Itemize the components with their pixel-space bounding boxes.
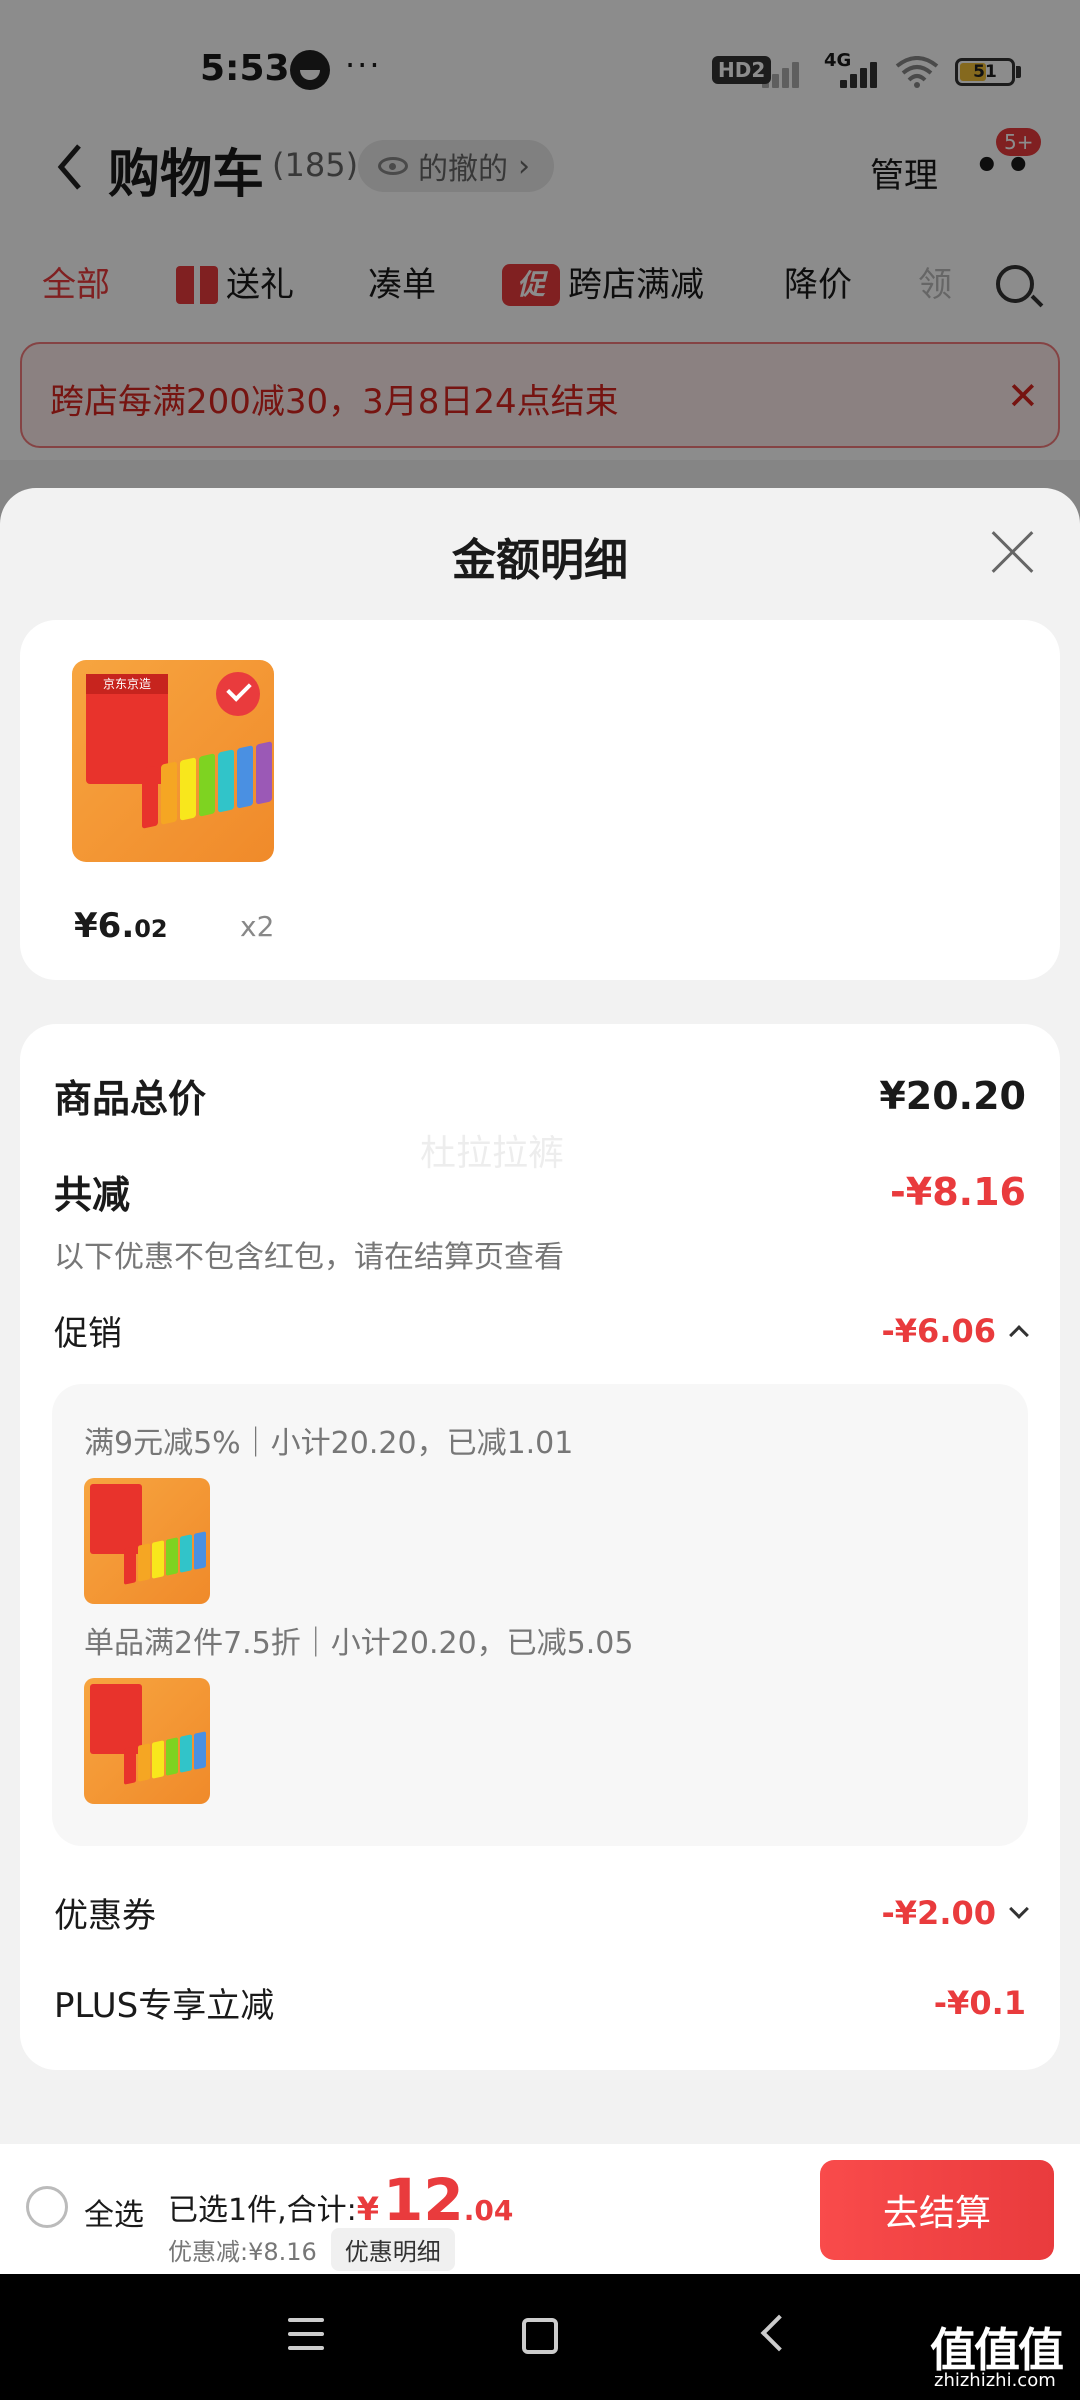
promo-label: 促销 [54, 1314, 122, 1354]
price-main: ¥6. [74, 906, 135, 946]
price-cents: 02 [134, 915, 168, 943]
coupon-value: -¥2.00 [881, 1893, 997, 1932]
promo-row[interactable]: 促销 -¥6.06 [54, 1306, 1029, 1355]
product-quantity: x2 [240, 910, 275, 943]
chevron-down-icon [1009, 1898, 1029, 1919]
discount-value: -¥8.16 [890, 1169, 1026, 1214]
total-row: 商品总价 ¥20.20 [54, 1068, 1026, 1123]
product-image[interactable]: 京东京造 [72, 660, 274, 862]
promo-product-image[interactable] [84, 1478, 210, 1604]
select-all-label[interactable]: 全选 [84, 2190, 144, 2234]
total-amount: 12 [383, 2166, 464, 2234]
plus-value: -¥0.1 [933, 1983, 1026, 2022]
promo-value-wrap: -¥6.06 [881, 1311, 1029, 1350]
total-currency: ¥ [356, 2190, 379, 2228]
back-icon[interactable] [760, 2314, 798, 2352]
product-brand: 京东京造 [86, 674, 168, 694]
promo-product-image[interactable] [84, 1678, 210, 1804]
checkout-button[interactable]: 去结算 [820, 2160, 1054, 2260]
home-icon[interactable] [522, 2318, 558, 2354]
discount-summary: 优惠减:¥8.16 优惠明细 [168, 2228, 455, 2271]
total-value: ¥20.20 [879, 1073, 1026, 1118]
order-summary: 已选1件,合计: ¥ 12 .04 [168, 2166, 513, 2234]
discount-row: 共减 -¥8.16 [54, 1164, 1026, 1219]
product-price: ¥6.02 [74, 906, 168, 946]
price-breakdown-card: 杜拉拉裤 商品总价 ¥20.20 共减 -¥8.16 以下优惠不包含红包，请在结… [20, 1024, 1060, 2070]
plus-label: PLUS专享立减 [54, 1986, 275, 2026]
discount-label: 共减 [54, 1173, 131, 1217]
amount-detail-sheet: 金额明细 京东京造 ¥6.02 x2 杜拉拉裤 商品总价 ¥20.20 共减 -… [0, 488, 1080, 2144]
promo-value: -¥6.06 [881, 1311, 997, 1350]
promo-line: 单品满2件7.5折｜小计20.20，已减5.05 [84, 1626, 634, 1661]
promo-detail-box: 满9元减5%｜小计20.20，已减1.01 单品满2件7.5折｜小计20.20，… [52, 1384, 1028, 1846]
selected-check-icon [216, 672, 260, 716]
discount-note: 以下优惠不包含红包，请在结算页查看 [54, 1240, 564, 1275]
coupon-label: 优惠券 [54, 1896, 156, 1936]
total-label: 商品总价 [54, 1077, 207, 1121]
coupon-value-wrap: -¥2.00 [881, 1893, 1029, 1932]
plus-row: PLUS专享立减 -¥0.1 [54, 1978, 1026, 2027]
product-card: 京东京造 ¥6.02 x2 [20, 620, 1060, 980]
detail-button[interactable]: 优惠明细 [330, 2228, 455, 2271]
discount-text: 优惠减:¥8.16 [168, 2238, 317, 2266]
select-all-checkbox[interactable] [26, 2186, 68, 2228]
system-nav-bar: 值值值 zhizhizhi.com [0, 2274, 1080, 2400]
promo-line: 满9元减5%｜小计20.20，已减1.01 [84, 1426, 574, 1461]
total-cents: .04 [463, 2194, 514, 2227]
coupon-row[interactable]: 优惠券 -¥2.00 [54, 1888, 1029, 1937]
site-watermark-url: zhizhizhi.com [934, 2370, 1056, 2391]
sheet-title: 金额明细 [452, 535, 628, 586]
checkout-bar: 全选 已选1件,合计: ¥ 12 .04 优惠减:¥8.16 优惠明细 去结算 [0, 2144, 1080, 2274]
chevron-up-icon [1009, 1324, 1029, 1345]
menu-icon[interactable] [288, 2318, 324, 2352]
selected-text: 已选1件,合计: [168, 2193, 357, 2228]
close-icon[interactable] [990, 528, 1036, 574]
